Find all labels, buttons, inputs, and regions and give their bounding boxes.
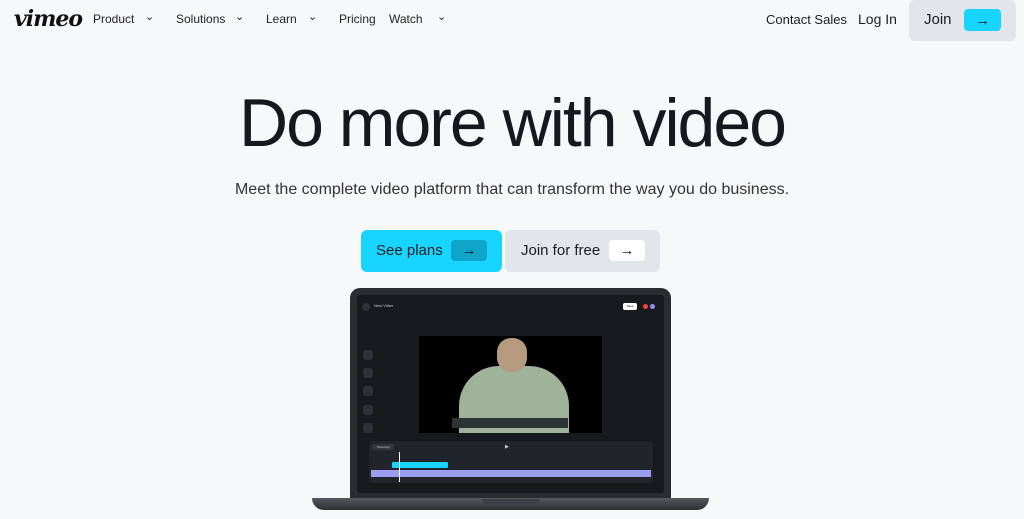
play-icon: ▶ — [505, 444, 509, 450]
log-in-link[interactable]: Log In — [858, 11, 897, 27]
nav-product[interactable]: Product — [93, 12, 134, 26]
laptop-mockup: New Video Save Transcript ▶ — [350, 288, 671, 500]
save-button: Save — [623, 303, 637, 310]
vimeo-logo[interactable]: vimeo — [14, 6, 83, 32]
arrow-right-icon: → — [609, 240, 645, 261]
nav-solutions[interactable]: Solutions — [176, 12, 225, 26]
playhead — [399, 452, 400, 482]
nav-watch[interactable]: Watch — [389, 12, 423, 26]
chevron-down-icon[interactable]: ⌄ — [308, 10, 317, 23]
see-plans-button[interactable]: See plans → — [361, 230, 502, 272]
contact-sales-link[interactable]: Contact Sales — [766, 12, 847, 27]
timeline: Transcript ▶ — [369, 441, 653, 483]
video-preview — [419, 336, 602, 433]
arrow-right-icon: → — [964, 9, 1001, 31]
nav-pricing[interactable]: Pricing — [339, 12, 376, 26]
hero-title: Do more with video — [238, 85, 787, 161]
nav-learn[interactable]: Learn — [266, 12, 297, 26]
avatar — [643, 304, 648, 309]
hero-subtitle: Meet the complete video platform that ca… — [234, 181, 790, 198]
avatar — [650, 304, 655, 309]
join-for-free-label: Join for free — [521, 242, 601, 259]
join-button[interactable]: Join → — [909, 0, 1016, 41]
transcript-tab: Transcript — [372, 444, 394, 450]
video-track — [371, 470, 651, 477]
top-nav: vimeo Product ⌄ Solutions ⌄ Learn ⌄ Pric… — [0, 0, 1024, 41]
chevron-down-icon[interactable]: ⌄ — [145, 10, 154, 23]
arrow-right-icon: → — [451, 240, 487, 261]
text-clip — [392, 462, 448, 468]
video-editor-screen: New Video Save Transcript ▶ — [357, 295, 664, 493]
back-icon — [362, 303, 370, 311]
laptop-notch — [482, 499, 540, 504]
editor-title: New Video — [374, 303, 394, 308]
see-plans-label: See plans — [376, 242, 443, 259]
chevron-down-icon[interactable]: ⌄ — [437, 10, 446, 23]
join-label: Join — [924, 11, 952, 28]
join-for-free-button[interactable]: Join for free → — [505, 230, 660, 272]
chevron-down-icon[interactable]: ⌄ — [235, 10, 244, 23]
